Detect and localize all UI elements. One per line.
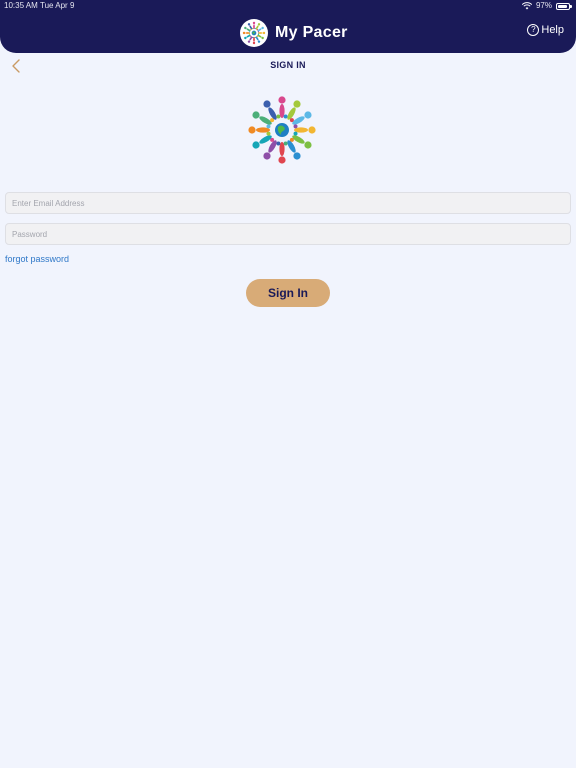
question-circle-icon: ? [527,24,540,36]
help-label: Help [541,24,564,36]
app-title: My Pacer [275,24,348,41]
status-indicators: 97% [521,0,572,12]
help-button[interactable]: ? Help [527,24,564,36]
status-bar: 10:35 AM Tue Apr 9 97% [0,0,576,12]
status-time: 10:35 AM [4,1,38,10]
status-date: Tue Apr 9 [40,1,75,10]
email-field[interactable] [5,192,571,214]
battery-icon [556,2,572,10]
app-header: 10:35 AM Tue Apr 9 97% My Pacer ? Help [0,0,576,53]
brand: My Pacer [240,18,348,48]
forgot-password-link[interactable]: forgot password [5,254,69,264]
wifi-icon [521,2,532,10]
page-title: SIGN IN [270,60,306,70]
battery-percent: 97% [535,1,552,10]
pacer-logo-icon [248,96,316,164]
pacer-logo-icon [240,19,268,47]
password-field[interactable] [5,223,571,245]
sign-in-button[interactable]: Sign In [246,279,330,307]
